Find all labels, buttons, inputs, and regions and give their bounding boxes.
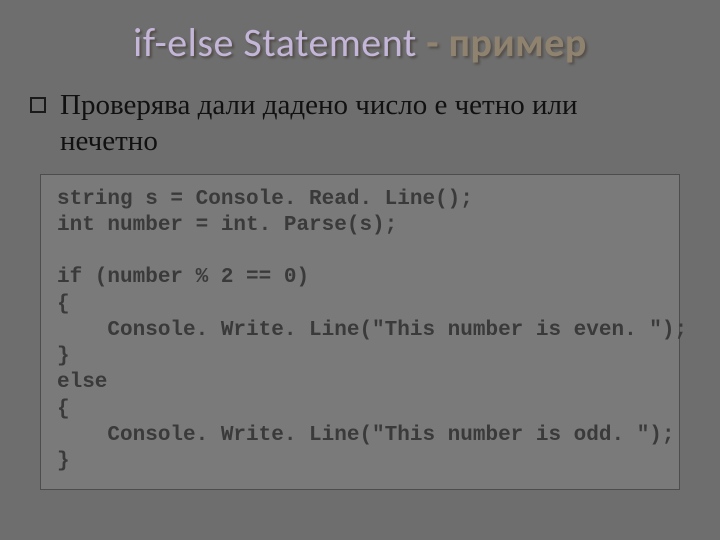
code-line: Console. Write. Line("This number is odd… <box>57 424 675 447</box>
code-line: int number = int. Parse(s); <box>57 214 397 237</box>
code-line: string s = Console. Read. Line(); <box>57 188 473 211</box>
code-line: Console. Write. Line("This number is eve… <box>57 319 687 342</box>
square-bullet-icon <box>30 97 46 113</box>
code-line: { <box>57 398 70 421</box>
slide: if-else Statement - пример Проверява дал… <box>0 0 720 540</box>
bullet-text: Проверява дали дадено число е четно или … <box>60 87 682 160</box>
bullet-item: Проверява дали дадено число е четно или … <box>28 87 692 160</box>
code-block: string s = Console. Read. Line(); int nu… <box>40 174 680 491</box>
title-main: if-else Statement <box>133 18 417 67</box>
code-line: } <box>57 450 70 473</box>
slide-title: if-else Statement - пример <box>28 18 692 67</box>
code-line: } <box>57 345 70 368</box>
code-line: if (number % 2 == 0) <box>57 266 309 289</box>
code-line: else <box>57 371 107 394</box>
title-sub: - пример <box>417 18 587 67</box>
code-line: { <box>57 293 70 316</box>
